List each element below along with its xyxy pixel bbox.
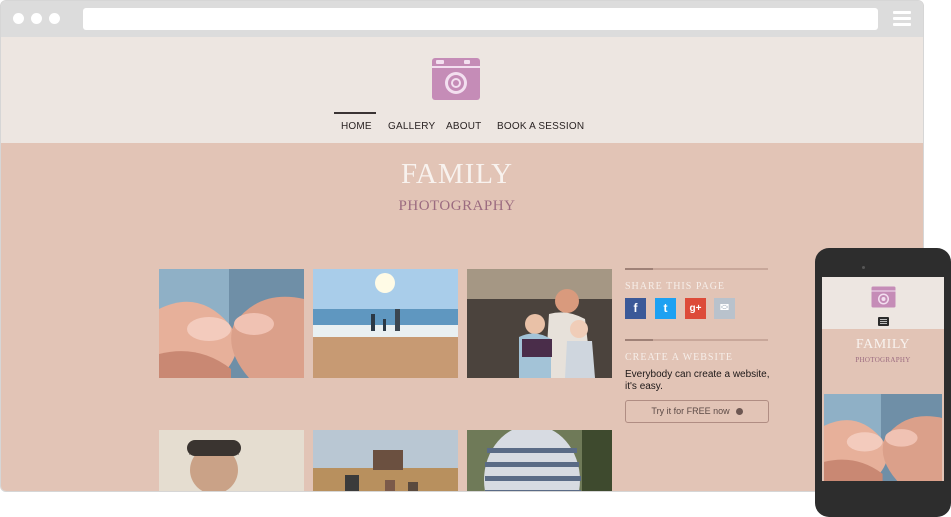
share-heading: SHARE THIS PAGE [625,281,726,292]
nav-item-book-a-session[interactable]: BOOK A SESSION [497,121,584,132]
nav-item-gallery[interactable]: GALLERY [388,121,435,132]
browser-toolbar [1,1,923,37]
mobile-menu-icon[interactable] [878,317,889,326]
nav-item-home[interactable]: HOME [341,121,372,132]
gallery-photo-smiling-man[interactable] [159,430,304,491]
gallery-photo-field-family[interactable] [313,430,458,491]
mobile-hero-subtitle: PHOTOGRAPHY [855,356,911,364]
mobile-gallery-photo[interactable] [824,394,942,481]
twitter-icon[interactable]: t [655,298,676,319]
window-dot-maximize[interactable] [49,13,60,24]
phone-camera-dot [862,266,865,269]
facebook-icon[interactable]: f [625,298,646,319]
phone-screen: FAMILY PHOTOGRAPHY [822,277,944,481]
hero-title: FAMILY [400,158,514,190]
window-dot-minimize[interactable] [31,13,42,24]
camera-logo-icon[interactable] [431,57,481,101]
google-plus-icon[interactable]: g+ [685,298,706,319]
arrow-circle-icon [735,408,743,415]
try-free-button[interactable]: Try it for FREE now [625,400,769,423]
address-bar[interactable] [83,8,878,30]
nav-active-indicator [334,112,376,114]
gallery-photo-mother-children[interactable] [467,269,612,378]
hero-section: FAMILY PHOTOGRAPHY SHARE THIS PAGE f t g… [1,143,923,491]
hero-subtitle: PHOTOGRAPHY [398,198,516,214]
try-free-label: Try it for FREE now [651,406,730,416]
window-dot-close[interactable] [13,13,24,24]
email-icon[interactable]: ✉ [714,298,735,319]
browser-window: HOME GALLERY ABOUT BOOK A SESSION FAMILY… [0,0,924,492]
gallery-photo-baby-feet[interactable] [159,269,304,378]
mobile-camera-logo-icon[interactable] [871,286,896,308]
site-header: HOME GALLERY ABOUT BOOK A SESSION [1,37,923,143]
gallery-photo-beach-family[interactable] [313,269,458,378]
main-nav: HOME GALLERY ABOUT BOOK A SESSION [1,112,923,139]
gallery-photo-pregnant-woman[interactable] [467,430,612,491]
mobile-header [822,277,944,329]
create-divider [625,339,768,341]
hamburger-menu-icon[interactable] [893,10,911,26]
create-description: Everybody can create a website, it's eas… [625,369,770,392]
create-heading: CREATE A WEBSITE [625,352,734,363]
share-divider [625,268,768,270]
mobile-hero-title: FAMILY [855,337,911,352]
nav-item-about[interactable]: ABOUT [446,121,481,132]
phone-mockup: FAMILY PHOTOGRAPHY [815,248,951,517]
